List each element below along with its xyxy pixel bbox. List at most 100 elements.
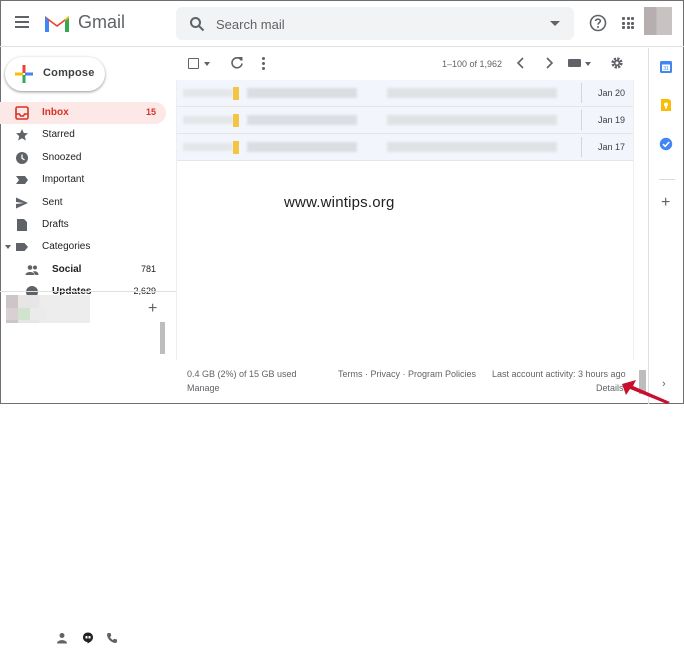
redacted-subject: [387, 88, 557, 98]
keyboard-icon[interactable]: [568, 59, 581, 67]
draft-icon: [17, 218, 27, 231]
menu-icon[interactable]: [14, 14, 32, 32]
sidebar-item-sent[interactable]: Sent: [0, 192, 166, 214]
row-divider: [581, 137, 582, 157]
unread-count: 781: [140, 263, 156, 274]
new-chat-icon[interactable]: +: [148, 300, 157, 318]
sidebar-item-label: Sent: [42, 196, 63, 208]
mail-toolbar: 1–100 of 1,962: [176, 48, 636, 80]
link-separator: ·: [362, 369, 371, 379]
svg-text:31: 31: [663, 66, 669, 72]
chevron-right-icon[interactable]: [544, 57, 554, 69]
sidebar-item-label: Snoozed: [42, 151, 82, 163]
sidebar: Compose Inbox 15 Starred Snoozed Importa…: [0, 48, 176, 644]
email-date: Jan 17: [597, 142, 625, 152]
email-date: Jan 20: [597, 88, 625, 98]
search-input[interactable]: [216, 14, 536, 34]
select-all-checkbox[interactable]: [188, 58, 199, 69]
side-panel: 31 + ›: [648, 48, 684, 404]
mail-footer: 0.4 GB (2%) of 15 GB used Manage Terms ·…: [176, 358, 634, 404]
redacted-sender-name: [247, 115, 357, 125]
watermark-text: www.wintips.org: [284, 194, 395, 211]
sidebar-item-label: Drafts: [42, 218, 69, 230]
tasks-icon[interactable]: [659, 137, 673, 151]
compose-label: Compose: [43, 67, 95, 79]
link-separator: ·: [400, 369, 409, 379]
nav-list: Inbox 15 Starred Snoozed Important Sent …: [0, 102, 176, 296]
redacted-sender-name: [247, 142, 357, 152]
email-row[interactable]: Jan 19: [177, 107, 633, 134]
row-divider: [581, 83, 582, 103]
sidebar-item-important[interactable]: Important: [0, 169, 166, 191]
email-list: Jan 20 Jan 19 Jan 17: [176, 80, 634, 360]
send-icon: [16, 197, 28, 209]
calendar-icon[interactable]: 31: [659, 60, 673, 74]
chevron-left-icon[interactable]: [516, 57, 526, 69]
compose-button[interactable]: Compose: [5, 57, 105, 91]
row-divider: [581, 110, 582, 130]
hangouts-icon[interactable]: [82, 632, 94, 644]
top-header: Gmail: [0, 0, 684, 47]
expand-caret-icon[interactable]: [5, 245, 11, 250]
sidebar-item-categories[interactable]: Categories: [0, 236, 166, 258]
clock-icon: [16, 151, 28, 164]
privacy-link[interactable]: Privacy: [371, 369, 401, 379]
redacted-sender: [183, 89, 233, 97]
people-icon: [25, 264, 39, 275]
sidebar-item-label: Social: [52, 263, 82, 275]
hangouts-panel: +: [0, 291, 176, 644]
label-tag-icon: [233, 87, 239, 100]
label-icon: [16, 243, 28, 252]
compose-plus-icon: [15, 65, 33, 83]
contacts-icon[interactable]: [56, 632, 68, 644]
hangouts-bottom-bar: [0, 628, 176, 648]
email-date: Jan 19: [597, 115, 625, 125]
keep-icon[interactable]: [659, 98, 673, 112]
email-row[interactable]: Jan 17: [177, 134, 633, 161]
redacted-sender: [183, 143, 233, 151]
gear-icon[interactable]: [610, 56, 624, 70]
search-options-icon[interactable]: [550, 21, 560, 26]
refresh-icon[interactable]: [230, 56, 244, 70]
sidebar-item-drafts[interactable]: Drafts: [0, 214, 166, 236]
sidebar-item-inbox[interactable]: Inbox 15: [0, 102, 166, 125]
last-activity-text: Last account activity: 3 hours ago: [492, 369, 626, 379]
search-icon[interactable]: [189, 16, 205, 32]
important-icon: [16, 176, 28, 185]
help-icon[interactable]: [589, 14, 607, 32]
brand-name: Gmail: [78, 12, 126, 32]
more-options-icon[interactable]: [262, 57, 266, 70]
sidebar-item-social[interactable]: Social 781: [0, 259, 166, 281]
sidebar-item-label: Categories: [42, 241, 91, 253]
label-tag-icon: [233, 141, 239, 154]
redacted-sender: [183, 116, 233, 124]
add-icon[interactable]: +: [661, 194, 670, 212]
redacted-subject: [387, 142, 557, 152]
storage-usage: 0.4 GB (2%) of 15 GB used: [187, 369, 297, 379]
phone-icon[interactable]: [106, 632, 118, 644]
star-icon: [16, 129, 28, 141]
redacted-sender-name: [247, 88, 357, 98]
manage-storage-link[interactable]: Manage: [187, 383, 220, 393]
footer-links: Terms · Privacy · Program Policies: [338, 369, 476, 379]
sidebar-item-snoozed[interactable]: Snoozed: [0, 147, 166, 169]
hangouts-contact-name: [6, 308, 46, 320]
inbox-icon: [15, 106, 29, 120]
sidebar-item-label: Important: [42, 174, 85, 186]
apps-icon[interactable]: [622, 17, 634, 29]
search-bar[interactable]: [176, 7, 574, 40]
pointer-arrow-icon: [622, 380, 670, 404]
pagination-text: 1–100 of 1,962: [442, 59, 503, 69]
terms-link[interactable]: Terms: [338, 369, 363, 379]
rail-divider: [659, 179, 675, 180]
account-avatar[interactable]: [644, 7, 672, 35]
hangouts-scrollbar[interactable]: [160, 322, 165, 354]
program-policies-link[interactable]: Program Policies: [408, 369, 476, 379]
unread-count: 15: [145, 107, 156, 117]
sidebar-item-starred[interactable]: Starred: [0, 124, 166, 146]
sidebar-item-label: Inbox: [42, 107, 69, 118]
email-row[interactable]: Jan 20: [177, 80, 633, 107]
select-options-icon[interactable]: [204, 62, 210, 66]
input-tools-caret-icon[interactable]: [585, 62, 591, 66]
gmail-logo[interactable]: [44, 13, 70, 33]
